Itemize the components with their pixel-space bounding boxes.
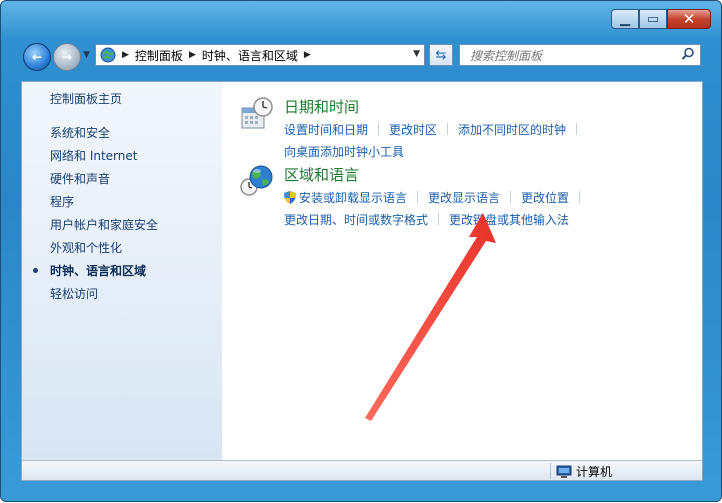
link-add-clock-gadget[interactable]: 向桌面添加时钟小工具 (284, 143, 404, 160)
link-set-time-date[interactable]: 设置时间和日期 (284, 121, 368, 138)
forward-button[interactable]: → (53, 43, 81, 71)
forward-arrow-icon: → (61, 50, 73, 64)
category-title-date-time[interactable]: 日期和时间 (284, 96, 359, 117)
breadcrumb-separator-icon[interactable]: ▶ (189, 50, 196, 60)
link-divider (378, 123, 380, 135)
close-icon: ✕ (682, 10, 696, 28)
sidebar-item-system-security[interactable]: 系统和安全 (50, 124, 158, 147)
breadcrumb-separator-icon[interactable]: ▶ (122, 50, 129, 60)
main-panel: 日期和时间 设置时间和日期 更改时区 添加不同时区的时钟 向桌面添加时钟小工具 (222, 82, 702, 460)
link-change-time-zone[interactable]: 更改时区 (389, 121, 437, 138)
maximize-button[interactable]: ▭ (639, 9, 667, 29)
refresh-icon: ⇆ (435, 47, 447, 63)
window: ▁ ▭ ✕ ← → ▼ ▶ 控制面板 ▶ 时钟、语言和区域 ▶ ▼ ⇆ 搜索控制… (0, 0, 722, 502)
clock-calendar-icon[interactable] (240, 96, 274, 130)
link-row: 向桌面添加时钟小工具 (284, 140, 702, 162)
breadcrumb-separator-icon[interactable]: ▶ (304, 50, 311, 60)
status-divider (550, 463, 551, 479)
link-change-date-time-number-format[interactable]: 更改日期、时间或数字格式 (284, 211, 428, 228)
category-title-region-language[interactable]: 区域和语言 (284, 164, 359, 185)
address-bar[interactable]: ▶ 控制面板 ▶ 时钟、语言和区域 ▶ ▼ (95, 44, 425, 66)
sidebar-item-user-accounts[interactable]: 用户帐户和家庭安全 (50, 216, 158, 239)
link-row: 安装或卸载显示语言 更改显示语言 更改位置 (284, 186, 702, 208)
link-change-location[interactable]: 更改位置 (521, 189, 569, 206)
link-divider (576, 123, 578, 135)
sidebar-item-ease-of-access[interactable]: 轻松访问 (50, 285, 158, 308)
link-divider (579, 191, 581, 203)
breadcrumb-clock-language-region[interactable]: 时钟、语言和区域 (202, 47, 298, 64)
sidebar-item-appearance[interactable]: 外观和个性化 (50, 239, 158, 262)
link-change-display-language[interactable]: 更改显示语言 (428, 189, 500, 206)
nav-buttons: ← → ▼ (21, 40, 91, 71)
category-links-date-time: 设置时间和日期 更改时区 添加不同时区的时钟 向桌面添加时钟小工具 (284, 118, 702, 162)
sidebar-item-programs[interactable]: 程序 (50, 193, 158, 216)
recent-pages-dropdown-icon[interactable]: ▼ (83, 50, 90, 60)
minimize-icon: ▁ (620, 11, 630, 27)
sidebar-home-link[interactable]: 控制面板主页 (50, 90, 122, 107)
minimize-button[interactable]: ▁ (611, 9, 639, 29)
maximize-icon: ▭ (646, 11, 660, 27)
link-install-display-language[interactable]: 安装或卸载显示语言 (299, 189, 407, 206)
back-arrow-icon: ← (31, 50, 43, 64)
sidebar: 控制面板主页 系统和安全 网络和 Internet 硬件和声音 程序 用户帐户和… (22, 82, 222, 460)
address-dropdown-icon[interactable]: ▼ (413, 49, 420, 59)
computer-icon (556, 465, 572, 478)
link-change-keyboard-input[interactable]: 更改键盘或其他输入法 (449, 211, 569, 228)
search-icon[interactable] (681, 47, 695, 61)
category-links-region-language: 安装或卸载显示语言 更改显示语言 更改位置 更改日期、时间或数字格式 更改键盘或… (284, 186, 702, 230)
globe-clock-icon[interactable] (240, 164, 274, 198)
sidebar-item-clock-language-region: 时钟、语言和区域 (32, 262, 158, 285)
sidebar-item-network-internet[interactable]: 网络和 Internet (50, 147, 158, 170)
search-box (459, 44, 701, 66)
navigation-toolbar: ← → ▼ ▶ 控制面板 ▶ 时钟、语言和区域 ▶ ▼ ⇆ (19, 37, 705, 73)
caption-buttons: ▁ ▭ ✕ (611, 9, 711, 31)
link-divider (510, 191, 512, 203)
link-divider (438, 213, 440, 225)
close-button[interactable]: ✕ (667, 9, 711, 29)
refresh-button[interactable]: ⇆ (429, 44, 453, 66)
sidebar-list: 系统和安全 网络和 Internet 硬件和声音 程序 用户帐户和家庭安全 外观… (32, 124, 158, 308)
breadcrumb-control-panel[interactable]: 控制面板 (135, 47, 183, 64)
content-frame: 控制面板主页 系统和安全 网络和 Internet 硬件和声音 程序 用户帐户和… (21, 81, 703, 481)
status-computer: 计算机 (556, 463, 612, 480)
status-computer-label: 计算机 (576, 465, 613, 479)
back-button[interactable]: ← (23, 43, 51, 71)
uac-shield-icon (284, 190, 296, 204)
link-row: 设置时间和日期 更改时区 添加不同时区的时钟 (284, 118, 702, 140)
link-divider (447, 123, 449, 135)
control-panel-icon (100, 47, 116, 63)
link-row: 更改日期、时间或数字格式 更改键盘或其他输入法 (284, 208, 702, 230)
status-bar: 计算机 (22, 460, 702, 480)
link-add-clocks[interactable]: 添加不同时区的时钟 (458, 121, 566, 138)
link-divider (417, 191, 419, 203)
search-input[interactable] (468, 46, 672, 66)
sidebar-item-hardware-sound[interactable]: 硬件和声音 (50, 170, 158, 193)
